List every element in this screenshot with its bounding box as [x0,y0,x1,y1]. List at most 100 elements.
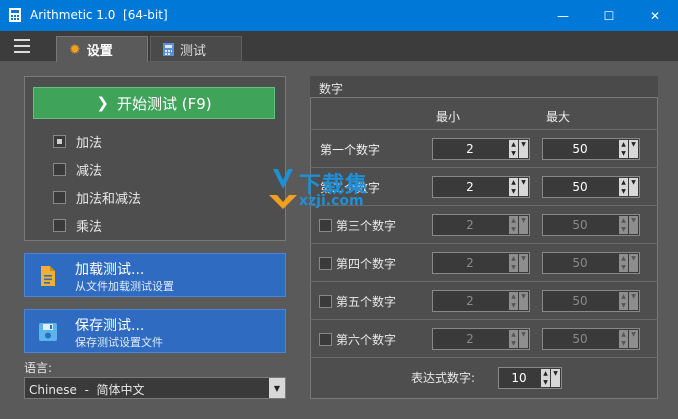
load-title: 加载测试... [75,262,145,278]
max-value: 50 [572,180,588,194]
spin-up-icon[interactable]: ▲ ▼ [619,330,628,348]
operation-add-sub[interactable]: 加法和减法 [53,188,141,207]
operation-subtraction[interactable]: 减法 [53,160,102,179]
document-icon [41,266,55,286]
save-title: 保存测试... [75,318,145,334]
maximize-icon: ☐ [603,8,615,23]
operation-label: 加法和减法 [76,192,142,207]
spin-down-icon[interactable]: ▼ [629,216,638,234]
spin-up-icon[interactable]: ▲ ▼ [619,140,628,158]
spin-down-icon[interactable]: ▼ [629,330,638,348]
operation-label: 加法 [76,136,103,151]
spin-up-icon[interactable]: ▲ ▼ [509,140,518,158]
min-value: 2 [466,294,474,308]
number-row-6: 第六个数字 2 ▲ ▼ ▼ 50 ▲ ▼ ▼ [310,319,658,357]
max-spinner[interactable]: 50 ▲ ▼ ▼ [542,252,640,274]
spin-up-icon[interactable]: ▲ ▼ [619,254,628,272]
min-spinner[interactable]: 2 ▲ ▼ ▼ [432,214,530,236]
minimize-button[interactable]: — [540,0,586,31]
chevron-down-icon[interactable]: ▼ [269,378,285,398]
min-spinner[interactable]: 2 ▲ ▼ ▼ [432,138,530,160]
number-row-5: 第五个数字 2 ▲ ▼ ▼ 50 ▲ ▼ ▼ [310,281,658,319]
checkbox[interactable] [53,191,66,204]
enable-checkbox[interactable] [319,257,332,270]
number-label: 第六个数字 [336,333,397,347]
max-spinner[interactable]: 50 ▲ ▼ ▼ [542,214,640,236]
max-spinner[interactable]: 50 ▲ ▼ ▼ [542,290,640,312]
save-subtitle: 保存测试设置文件 [75,336,163,349]
spin-up-icon[interactable]: ▲ ▼ [541,369,550,387]
enable-checkbox[interactable] [319,333,332,346]
tab-test[interactable]: 测试 [150,36,242,62]
expression-spinner[interactable]: 10 ▲ ▼ ▼ [498,367,562,389]
max-value: 50 [572,142,588,156]
spin-up-icon[interactable]: ▲ ▼ [509,292,518,310]
checkbox[interactable] [53,163,66,176]
min-value: 2 [466,256,474,270]
min-spinner[interactable]: 2 ▲ ▼ ▼ [432,176,530,198]
spin-up-icon[interactable]: ▲ ▼ [509,178,518,196]
max-value: 50 [572,332,588,346]
min-spinner[interactable]: 2 ▲ ▼ ▼ [432,328,530,350]
checkbox[interactable] [53,219,66,232]
maximize-button[interactable]: ☐ [586,0,632,31]
spin-up-icon[interactable]: ▲ ▼ [619,216,628,234]
operation-multiplication[interactable]: 乘法 [53,216,102,235]
max-spinner[interactable]: 50 ▲ ▼ ▼ [542,176,640,198]
operation-label: 减法 [76,164,103,179]
column-min-label: 最小 [436,110,461,124]
number-label-wrap: 第六个数字 [319,331,396,348]
min-spinner[interactable]: 2 ▲ ▼ ▼ [432,252,530,274]
expression-divider [310,357,658,358]
numbers-header: 数字 [310,76,658,98]
chevron-right-icon: ❯ [96,94,109,112]
min-spinner[interactable]: 2 ▲ ▼ ▼ [432,290,530,312]
spin-up-icon[interactable]: ▲ ▼ [619,178,628,196]
operation-addition[interactable]: 加法 [53,132,102,151]
save-test-button[interactable]: 保存测试... 保存测试设置文件 [24,309,286,353]
max-value: 50 [572,218,588,232]
spin-down-icon[interactable]: ▼ [519,254,528,272]
spin-down-icon[interactable]: ▼ [551,369,560,387]
spin-up-icon[interactable]: ▲ ▼ [509,254,518,272]
watermark-logo: 下载集 xzji.com [269,167,409,217]
enable-checkbox[interactable] [319,219,332,232]
spin-down-icon[interactable]: ▼ [519,216,528,234]
number-label: 第三个数字 [336,219,397,233]
close-button[interactable]: ✕ [632,0,678,31]
column-max-label: 最大 [546,110,571,124]
start-test-label: 开始测试 (F9) [116,94,212,113]
spin-down-icon[interactable]: ▼ [519,178,528,196]
spin-up-icon[interactable]: ▲ ▼ [509,330,518,348]
title-bar: Arithmetic 1.0 [64-bit] — ☐ ✕ [0,0,678,31]
spin-down-icon[interactable]: ▼ [629,254,638,272]
spin-down-icon[interactable]: ▼ [629,140,638,158]
start-test-button[interactable]: ❯ 开始测试 (F9) [33,87,275,119]
spin-down-icon[interactable]: ▼ [629,292,638,310]
number-label-wrap: 第三个数字 [319,217,396,234]
window-title: Arithmetic 1.0 [64-bit] [30,8,168,22]
close-icon: ✕ [649,8,661,23]
enable-checkbox[interactable] [319,295,332,308]
max-spinner[interactable]: 50 ▲ ▼ ▼ [542,138,640,160]
load-test-button[interactable]: 加载测试... 从文件加载测试设置 [24,253,286,297]
spin-down-icon[interactable]: ▼ [519,140,528,158]
spin-up-icon[interactable]: ▲ ▼ [509,216,518,234]
language-select[interactable]: Chinese - 简体中文 ▼ [24,377,286,399]
tab-settings[interactable]: ✹ 设置 [56,36,148,62]
min-value: 2 [466,332,474,346]
spin-down-icon[interactable]: ▼ [519,292,528,310]
numbers-header-label: 数字 [319,82,344,96]
spin-down-icon[interactable]: ▼ [519,330,528,348]
expression-label: 表达式数字: [411,371,476,385]
save-disk-icon [39,323,57,341]
checkbox[interactable] [53,135,66,148]
spin-up-icon[interactable]: ▲ ▼ [619,292,628,310]
spin-down-icon[interactable]: ▼ [629,178,638,196]
number-row-4: 第四个数字 2 ▲ ▼ ▼ 50 ▲ ▼ ▼ [310,243,658,281]
max-spinner[interactable]: 50 ▲ ▼ ▼ [542,328,640,350]
number-label-wrap: 第四个数字 [319,255,396,272]
watermark-url: xzji.com [299,193,364,209]
hamburger-menu-icon[interactable] [14,39,30,53]
number-row-1: 第一个数字 2 ▲ ▼ ▼ 50 ▲ ▼ ▼ [310,129,658,167]
